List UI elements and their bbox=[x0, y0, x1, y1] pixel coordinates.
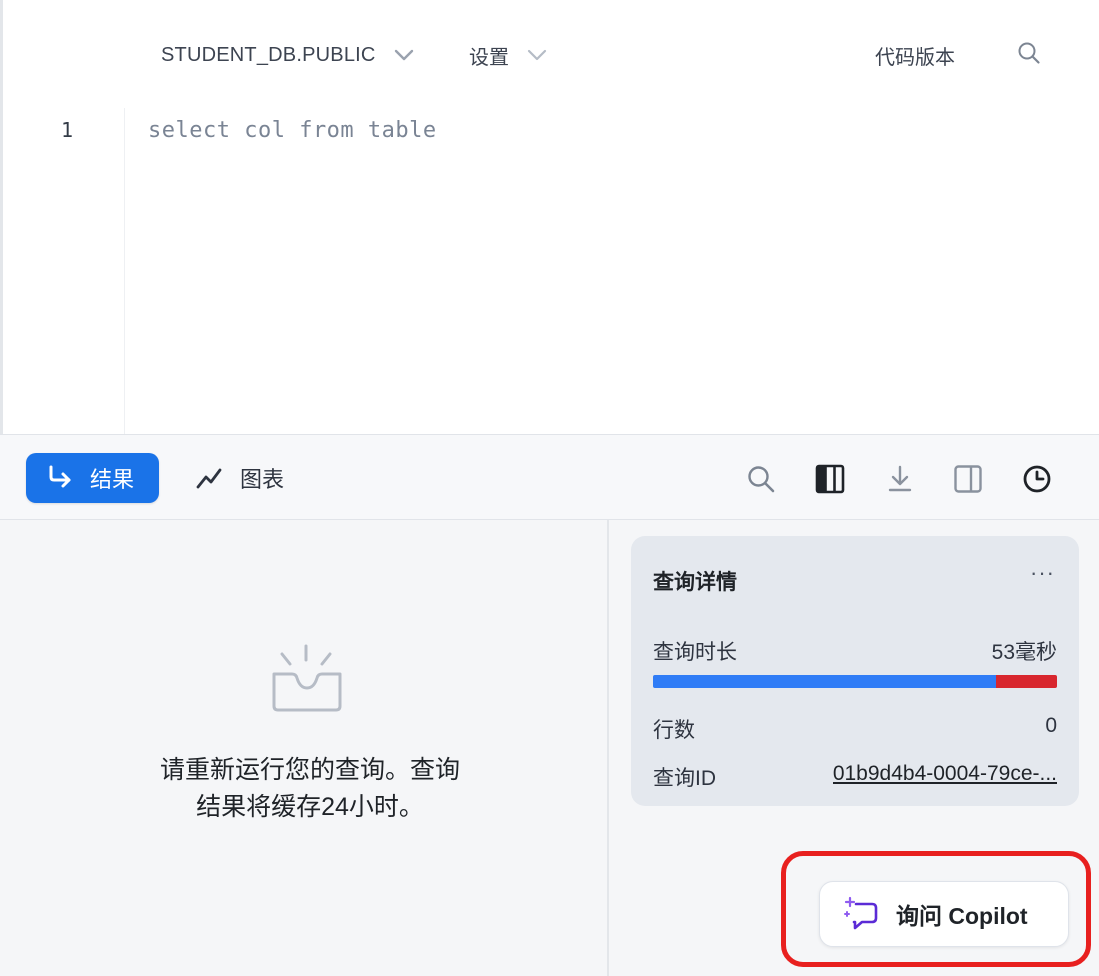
query-details-card: 查询详情 ··· 查询时长 53毫秒 行数 0 查询ID 01b9d4b4-00… bbox=[631, 536, 1079, 806]
rows-label: 行数 bbox=[653, 719, 695, 742]
search-icon[interactable] bbox=[1017, 40, 1043, 66]
copilot-sparkle-chat-icon bbox=[842, 895, 880, 933]
duration-label: 查询时长 bbox=[653, 641, 737, 664]
query-id-label: 查询ID bbox=[653, 767, 716, 790]
empty-state-line2: 结果将缓存24小时。 bbox=[196, 793, 424, 821]
results-toolbar: 结果 图表 bbox=[0, 434, 1099, 520]
history-clock-icon[interactable] bbox=[1021, 463, 1053, 495]
results-area: 请重新运行您的查询。查询 结果将缓存24小时。 查询详情 ··· 查询时长 53… bbox=[0, 520, 1099, 976]
split-panel-icon[interactable] bbox=[952, 463, 984, 495]
empty-state-line1: 请重新运行您的查询。查询 bbox=[159, 756, 460, 784]
more-options-icon[interactable]: ··· bbox=[1030, 562, 1055, 584]
chevron-down-icon bbox=[394, 45, 414, 65]
editor-toolbar: STUDENT_DB.PUBLIC 设置 代码版本 bbox=[3, 0, 1099, 108]
code-line[interactable]: select col from table bbox=[148, 118, 437, 143]
results-tab[interactable]: 结果 bbox=[26, 453, 159, 503]
database-selector[interactable]: STUDENT_DB.PUBLIC bbox=[161, 40, 414, 70]
query-id-link[interactable]: 01b9d4b4-0004-79ce-... bbox=[833, 762, 1057, 792]
sql-editor: STUDENT_DB.PUBLIC 设置 代码版本 1 select col f… bbox=[0, 0, 1099, 436]
settings-label: 设置 bbox=[469, 46, 509, 69]
rows-value: 0 bbox=[1045, 714, 1057, 737]
settings-menu[interactable]: 设置 bbox=[469, 40, 547, 70]
chevron-down-icon bbox=[527, 45, 547, 65]
line-gutter: 1 bbox=[3, 108, 125, 434]
duration-bar-secondary bbox=[996, 675, 1057, 688]
empty-state-message: 请重新运行您的查询。查询 结果将缓存24小时。 bbox=[110, 752, 510, 826]
duration-row: 查询时长 53毫秒 bbox=[653, 636, 1057, 666]
chart-tab[interactable]: 图表 bbox=[196, 461, 284, 495]
code-version-label: 代码版本 bbox=[875, 46, 955, 69]
database-label: STUDENT_DB.PUBLIC bbox=[161, 43, 376, 66]
query-details-title: 查询详情 bbox=[653, 571, 737, 594]
duration-bar bbox=[653, 675, 1057, 688]
results-tab-label: 结果 bbox=[90, 467, 135, 492]
ask-copilot-button[interactable]: 询问 Copilot bbox=[819, 881, 1069, 947]
line-chart-icon bbox=[196, 465, 222, 491]
ask-copilot-label: 询问 Copilot bbox=[896, 903, 1028, 929]
code-version-button[interactable]: 代码版本 bbox=[875, 40, 955, 70]
download-icon[interactable] bbox=[884, 463, 916, 495]
duration-value: 53毫秒 bbox=[991, 641, 1057, 664]
columns-icon[interactable] bbox=[814, 463, 846, 495]
rows-row: 行数 0 bbox=[653, 714, 1057, 744]
search-results-icon[interactable] bbox=[745, 463, 777, 495]
query-id-row: 查询ID 01b9d4b4-0004-79ce-... bbox=[653, 762, 1057, 792]
return-arrow-icon bbox=[46, 464, 74, 492]
duration-bar-primary bbox=[653, 675, 996, 688]
chart-tab-label: 图表 bbox=[240, 467, 285, 492]
line-number: 1 bbox=[61, 118, 74, 142]
panel-divider[interactable] bbox=[607, 520, 609, 976]
empty-inbox-icon bbox=[268, 640, 346, 716]
